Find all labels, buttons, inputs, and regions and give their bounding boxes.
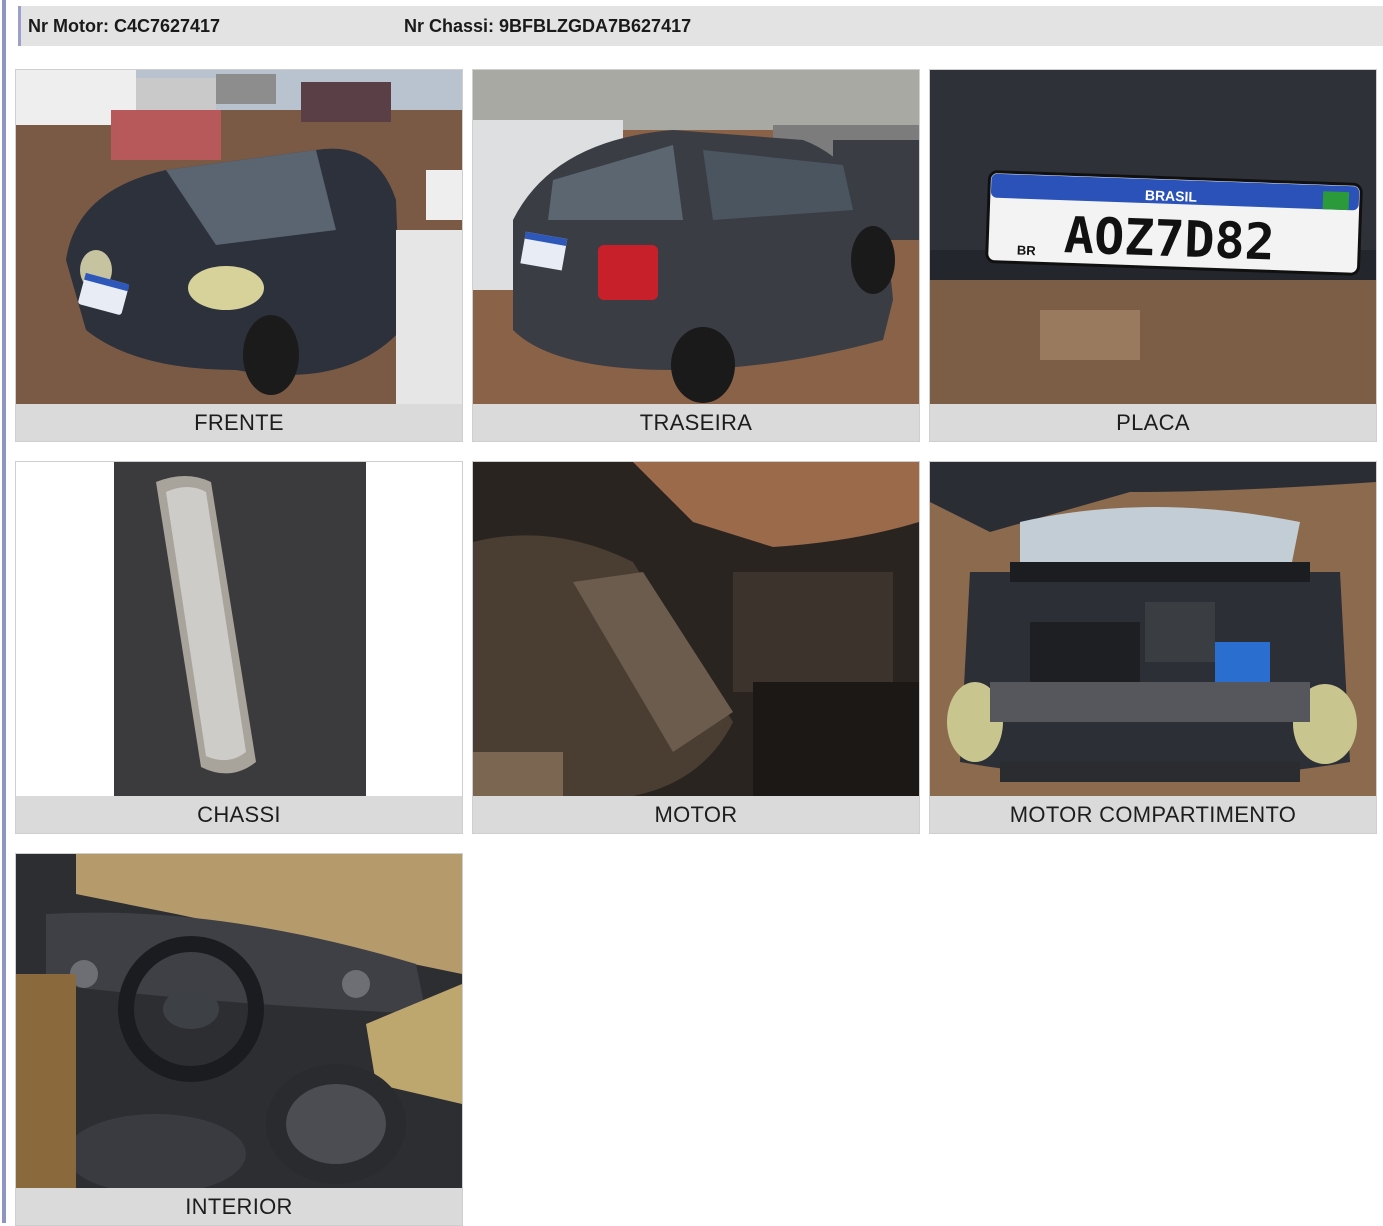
photo-caption: INTERIOR xyxy=(16,1188,462,1225)
photo-card-traseira[interactable]: TRASEIRA xyxy=(472,69,920,442)
left-border-rule xyxy=(2,0,6,1223)
chassis-number-label: Nr Chassi: 9BFBLZGDA7B627417 xyxy=(404,16,692,36)
car-rear-photo[interactable] xyxy=(473,70,919,404)
photo-card-motor-compartimento[interactable]: MOTOR COMPARTIMENTO xyxy=(929,461,1377,834)
engine-bay-photo[interactable] xyxy=(930,462,1376,796)
photo-card-interior[interactable]: INTERIOR xyxy=(15,853,463,1226)
interior-photo[interactable] xyxy=(16,854,462,1188)
plate-prefix-text: BR xyxy=(1017,243,1037,259)
photo-caption: FRENTE xyxy=(16,404,462,441)
photo-card-motor[interactable]: MOTOR xyxy=(472,461,920,834)
chassis-stamp-photo[interactable] xyxy=(16,462,462,796)
engine-block-photo[interactable] xyxy=(473,462,919,796)
photo-card-frente[interactable]: FRENTE xyxy=(15,69,463,442)
plate-country-text: BRASIL xyxy=(1145,187,1198,205)
car-front-photo[interactable] xyxy=(16,70,462,404)
license-plate-photo[interactable]: BRASIL AOZ7D82 BR xyxy=(930,70,1376,404)
photo-caption: CHASSI xyxy=(16,796,462,833)
photo-caption: TRASEIRA xyxy=(473,404,919,441)
plate-number-text: AOZ7D82 xyxy=(1063,206,1276,271)
photo-card-chassi[interactable]: CHASSI xyxy=(15,461,463,834)
engine-number-label: Nr Motor: C4C7627417 xyxy=(28,16,221,36)
vehicle-id-header: Nr Motor: C4C7627417 Nr Chassi: 9BFBLZGD… xyxy=(18,6,1383,46)
photo-caption: PLACA xyxy=(930,404,1376,441)
photo-caption: MOTOR COMPARTIMENTO xyxy=(930,796,1376,833)
photo-caption: MOTOR xyxy=(473,796,919,833)
photo-card-placa[interactable]: BRASIL AOZ7D82 BR PLACA xyxy=(929,69,1377,442)
